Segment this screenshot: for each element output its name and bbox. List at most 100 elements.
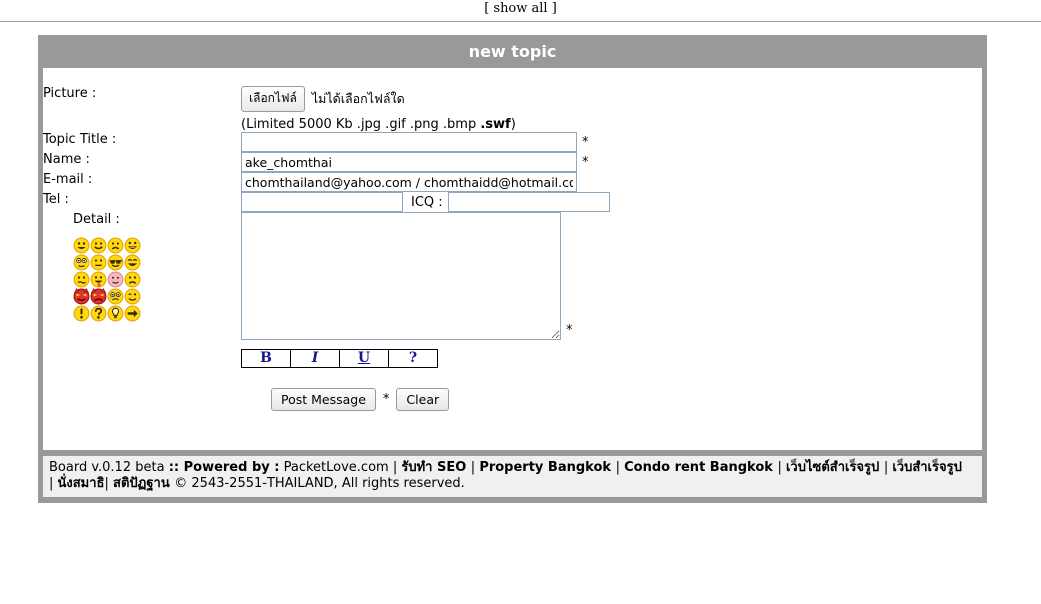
smiley-cell[interactable] xyxy=(107,237,124,254)
smiley-happy-icon[interactable] xyxy=(90,237,107,254)
new-topic-form-panel: Picture : เลือกไฟล์ ไม่ได้เลือกไฟล์ใด (L… xyxy=(43,68,982,450)
top-divider xyxy=(0,21,1041,22)
topic-title-input[interactable] xyxy=(241,132,577,152)
smiley-wink-icon[interactable] xyxy=(124,288,141,305)
footer-satipatthana-link[interactable]: สติปัฏฐาน xyxy=(113,476,174,491)
smiley-cell[interactable] xyxy=(90,237,107,254)
smiley-cool-icon[interactable] xyxy=(107,254,124,271)
footer: Board v.0.12 beta :: Powered by : Packet… xyxy=(43,456,982,497)
detail-textarea[interactable] xyxy=(241,212,561,340)
smiley-frown-icon[interactable] xyxy=(124,271,141,288)
form-row-topic-title: Topic Title : * xyxy=(43,132,610,152)
email-input[interactable] xyxy=(241,172,577,192)
bbcode-help-button[interactable]: ? xyxy=(388,349,438,368)
email-field xyxy=(241,172,610,192)
smiley-cell[interactable] xyxy=(124,305,141,322)
form-row-detail: Detail : * B I U ? xyxy=(43,212,610,368)
smiley-cell[interactable] xyxy=(90,271,107,288)
smiley-row xyxy=(73,271,141,288)
smiley-cell[interactable] xyxy=(73,288,90,305)
smiley-row xyxy=(73,288,141,305)
smiley-palette xyxy=(43,237,185,322)
smiley-laugh-icon[interactable] xyxy=(124,254,141,271)
post-message-button[interactable]: Post Message xyxy=(271,388,376,411)
show-all-link[interactable]: [ show all ] xyxy=(484,1,557,16)
tel-input[interactable] xyxy=(241,192,403,212)
topic-title-label: Topic Title : xyxy=(43,132,117,147)
choose-file-button[interactable]: เลือกไฟล์ xyxy=(241,86,305,112)
page-title: new topic xyxy=(468,42,557,61)
idea-icon[interactable] xyxy=(107,305,124,322)
exclamation-icon[interactable] xyxy=(73,305,90,322)
icq-label: ICQ : xyxy=(411,194,443,210)
smiley-cell[interactable] xyxy=(124,237,141,254)
footer-sep-3: | xyxy=(615,460,625,475)
picture-label: Picture : xyxy=(43,86,97,101)
footer-line-2: | นั่งสมาธิ| สติปัฏฐาน © 2543-2551-THAIL… xyxy=(49,476,976,492)
form-row-picture: Picture : เลือกไฟล์ ไม่ได้เลือกไฟล์ใด (L… xyxy=(43,86,610,132)
limit-note-prefix: (Limited 5000 Kb .jpg .gif .png .bmp xyxy=(241,117,481,132)
smiley-grin-icon[interactable] xyxy=(73,237,90,254)
smiley-cell[interactable] xyxy=(124,288,141,305)
smiley-cell[interactable] xyxy=(124,254,141,271)
icq-input[interactable] xyxy=(447,192,610,212)
smiley-biggrin-icon[interactable] xyxy=(124,237,141,254)
footer-website-ready-link[interactable]: เว็บไซต์สำเร็จรูป xyxy=(786,460,884,475)
smiley-tongue-icon[interactable] xyxy=(90,271,107,288)
smiley-cell[interactable] xyxy=(90,288,107,305)
smiley-confused-icon[interactable] xyxy=(73,271,90,288)
tel-icq-field: ICQ : xyxy=(241,192,610,212)
footer-line2-sep-2: | xyxy=(104,476,114,491)
tel-label: Tel : xyxy=(43,192,69,207)
smiley-cell[interactable] xyxy=(107,254,124,271)
name-input[interactable] xyxy=(241,152,577,172)
board-frame: new topic Picture : เลือกไฟล์ ไม่ได้เลือ… xyxy=(38,35,987,503)
smiley-cell[interactable] xyxy=(107,271,124,288)
detail-cell: Detail : xyxy=(43,212,241,368)
smiley-blush-icon[interactable] xyxy=(107,271,124,288)
limit-note-suffix: ) xyxy=(510,117,516,132)
smiley-cell[interactable] xyxy=(73,271,90,288)
post-required-marker: * xyxy=(382,392,390,407)
arrow-icon[interactable] xyxy=(124,305,141,322)
footer-web-ready-link[interactable]: เว็บสำเร็จรูป xyxy=(892,460,962,475)
smiley-angry-devil-icon[interactable] xyxy=(90,288,107,305)
smiley-cell[interactable] xyxy=(73,237,90,254)
smiley-sad-icon[interactable] xyxy=(107,237,124,254)
smiley-grid xyxy=(73,237,141,322)
form-row-email: E-mail : xyxy=(43,172,610,192)
smiley-cell[interactable] xyxy=(107,288,124,305)
footer-packetlove-link[interactable]: PacketLove.com xyxy=(279,460,392,475)
footer-condo-rent-bangkok-link[interactable]: Condo rent Bangkok xyxy=(624,460,777,475)
topbar: [ show all ] xyxy=(0,0,1041,16)
smiley-neutral-icon[interactable] xyxy=(90,254,107,271)
smiley-cell[interactable] xyxy=(90,254,107,271)
question-icon[interactable] xyxy=(90,305,107,322)
footer-property-bangkok-link[interactable]: Property Bangkok xyxy=(479,460,615,475)
footer-seo-link[interactable]: รับทำ SEO xyxy=(401,460,470,475)
footer-copyright: © 2543-2551-THAILAND, All rights reserve… xyxy=(174,476,465,491)
smiley-devil-icon[interactable] xyxy=(73,288,90,305)
file-chooser: เลือกไฟล์ ไม่ได้เลือกไฟล์ใด xyxy=(241,86,610,112)
smiley-cell[interactable] xyxy=(124,271,141,288)
picture-limit-note: (Limited 5000 Kb .jpg .gif .png .bmp .sw… xyxy=(241,117,610,132)
smiley-cell[interactable] xyxy=(73,305,90,322)
name-label: Name : xyxy=(43,152,90,167)
detail-required: * xyxy=(566,323,573,338)
form-actions: Post Message * Clear xyxy=(43,388,982,411)
footer-meditation-link[interactable]: นั่งสมาธิ xyxy=(58,476,105,491)
topic-title-field: * xyxy=(241,132,610,152)
bbcode-bold-button[interactable]: B xyxy=(241,349,291,368)
email-label: E-mail : xyxy=(43,172,93,187)
smiley-cell[interactable] xyxy=(73,254,90,271)
detail-label: Detail : xyxy=(73,212,120,227)
bbcode-underline-button[interactable]: U xyxy=(339,349,389,368)
smiley-cell[interactable] xyxy=(107,305,124,322)
frame-bottom-edge xyxy=(38,497,987,503)
bbcode-italic-button[interactable]: I xyxy=(290,349,340,368)
clear-button[interactable]: Clear xyxy=(396,388,450,411)
footer-line2-sep-1: | xyxy=(49,476,58,491)
smiley-shocked-icon[interactable] xyxy=(73,254,90,271)
smiley-cell[interactable] xyxy=(90,305,107,322)
smiley-cry-icon[interactable] xyxy=(107,288,124,305)
